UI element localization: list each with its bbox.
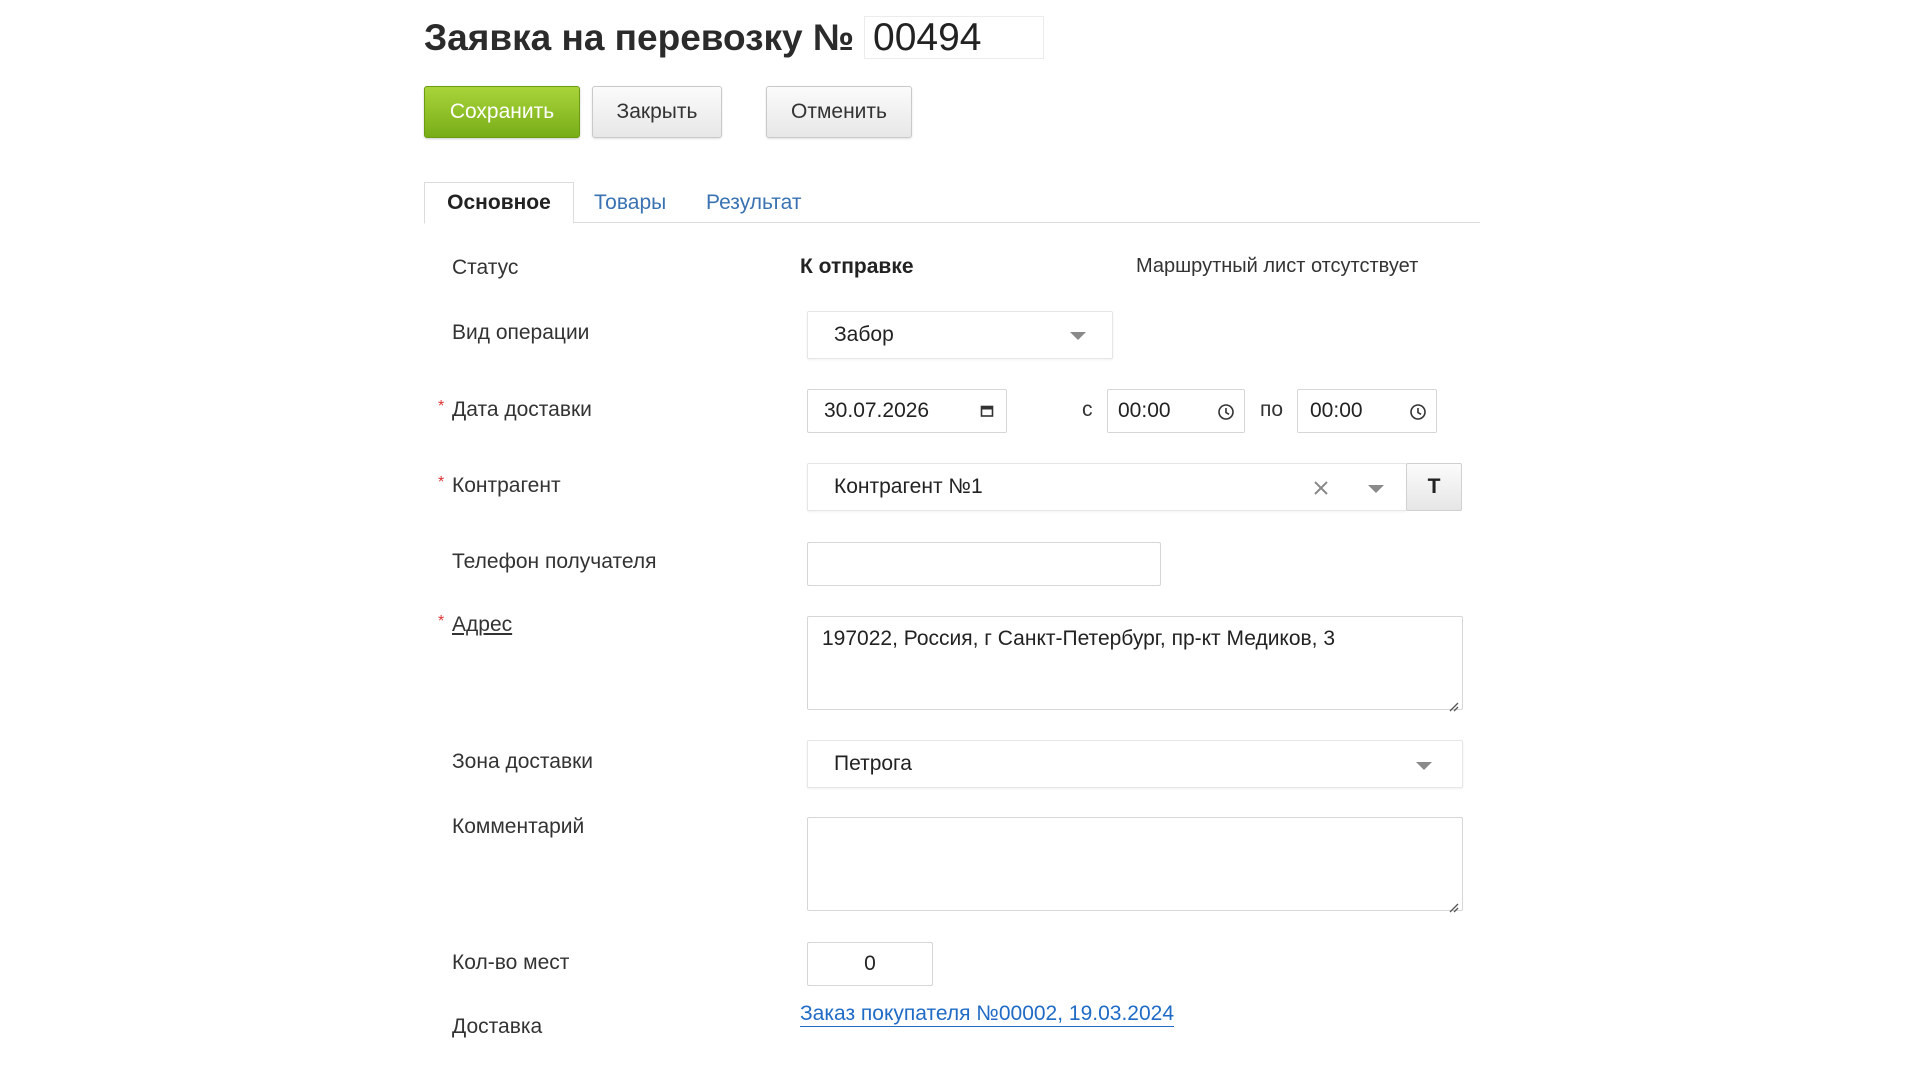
places-label: Кол-во мест [452,951,570,974]
tab-goods[interactable]: Товары [594,182,666,224]
required-mark: * [438,613,445,630]
required-mark: * [438,398,445,415]
clear-icon[interactable] [1310,477,1332,499]
resize-grip-icon[interactable] [1447,694,1459,712]
cancel-button[interactable]: Отменить [766,86,912,138]
page-title: Заявка на перевозку № [424,17,855,58]
operation-label: Вид операции [452,321,590,344]
tabs-divider [424,222,1480,223]
operation-value: Забор [834,323,894,346]
address-value: 197022, Россия, г Санкт-Петербург, пр-кт… [822,627,1336,650]
status-value: К отправке [800,255,914,278]
comment-textarea[interactable] [807,817,1463,913]
route-sheet-info: Маршрутный лист отсутствует [1136,255,1419,277]
zone-select[interactable]: Петрога [807,740,1463,788]
clock-icon[interactable] [1408,402,1428,422]
phone-input[interactable] [807,542,1161,586]
time-from-input[interactable]: 00:00 [1107,389,1245,433]
zone-label: Зона доставки [452,750,594,773]
delivery-date-label: Дата доставки [452,398,592,421]
save-button[interactable]: Сохранить [424,86,580,138]
places-input[interactable]: 0 [807,942,933,986]
time-to-label: по [1260,398,1284,421]
time-to-value: 00:00 [1310,399,1363,422]
chevron-down-icon [1070,332,1086,340]
status-label: Статус [452,256,519,279]
phone-label: Телефон получателя [452,550,657,573]
delivery-label: Доставка [452,1015,543,1038]
counterparty-value: Контрагент №1 [834,475,983,498]
required-mark: * [438,474,445,491]
transport-request-form: Заявка на перевозку № 00494 Сохранить За… [0,0,1920,1080]
time-from-label: с [1082,398,1093,421]
chevron-down-icon[interactable] [1368,485,1384,493]
chevron-down-icon [1416,762,1432,770]
counterparty-label: Контрагент [452,474,561,497]
document-number: 00494 [864,16,1044,59]
time-from-value: 00:00 [1118,399,1171,422]
delivery-date-input[interactable]: 30.07.2026 [807,389,1007,433]
delivery-order-link[interactable]: Заказ покупателя №00002, 19.03.2024 [800,1002,1175,1027]
tab-result[interactable]: Результат [706,182,802,224]
clock-icon[interactable] [1216,402,1236,422]
address-label[interactable]: Адрес [452,613,512,637]
zone-value: Петрога [834,752,912,775]
calendar-icon[interactable] [978,402,996,420]
resize-grip-icon[interactable] [1447,895,1459,913]
type-button[interactable]: Т [1406,463,1462,511]
time-to-input[interactable]: 00:00 [1297,389,1437,433]
delivery-date-value: 30.07.2026 [824,399,930,422]
counterparty-select[interactable]: Контрагент №1 [807,463,1407,511]
comment-label: Комментарий [452,815,585,838]
address-textarea[interactable]: 197022, Россия, г Санкт-Петербург, пр-кт… [807,616,1463,712]
tab-main[interactable]: Основное [424,182,574,224]
operation-select[interactable]: Забор [807,311,1113,359]
close-button[interactable]: Закрыть [592,86,722,138]
places-value: 0 [864,952,876,975]
